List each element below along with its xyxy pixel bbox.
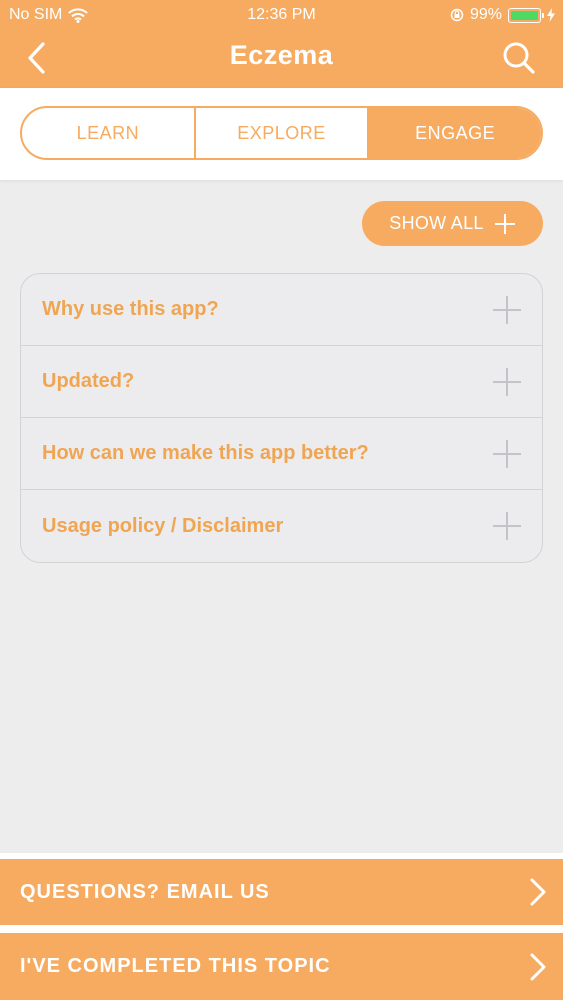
status-bar: No SIM 12:36 PM 99% — [0, 0, 563, 30]
search-icon[interactable] — [499, 38, 539, 78]
page-title: Eczema — [229, 40, 334, 70]
email-us-button[interactable]: QUESTIONS? EMAIL US — [0, 859, 563, 925]
faq-accordion: Why use this app? Updated? How can we ma… — [20, 273, 543, 563]
chevron-left-icon[interactable] — [18, 38, 58, 78]
show-all-button[interactable]: SHOW ALL — [362, 201, 543, 246]
accordion-item-why-use[interactable]: Why use this app? — [21, 274, 542, 346]
expand-plus-icon — [493, 439, 521, 468]
chevron-right-icon — [530, 878, 546, 906]
charging-bolt-icon — [547, 8, 555, 22]
accordion-item-usage-policy[interactable]: Usage policy / Disclaimer — [21, 490, 542, 562]
accordion-item-feedback[interactable]: How can we make this app better? — [21, 418, 542, 490]
accordion-item-label: Updated? — [42, 370, 135, 392]
header: No SIM 12:36 PM 99% Eczema — [0, 0, 563, 88]
chevron-right-icon — [530, 953, 546, 980]
battery-icon — [508, 7, 544, 23]
accordion-item-label: How can we make this app better? — [42, 442, 369, 464]
nav-bar: Eczema — [0, 30, 563, 88]
tab-engage[interactable]: ENGAGE — [369, 108, 541, 158]
divider — [0, 925, 563, 933]
tab-bar-container: LEARN EXPLORE ENGAGE — [0, 88, 563, 180]
plus-icon — [494, 213, 515, 234]
expand-plus-icon — [493, 295, 521, 324]
show-all-label: SHOW ALL — [389, 213, 484, 233]
orientation-lock-icon — [450, 8, 464, 22]
complete-topic-button[interactable]: I'VE COMPLETED THIS TOPIC — [0, 933, 563, 1000]
segmented-tabs: LEARN EXPLORE ENGAGE — [20, 106, 543, 160]
accordion-item-label: Why use this app? — [42, 298, 219, 320]
expand-plus-icon — [493, 367, 521, 396]
email-us-label: QUESTIONS? EMAIL US — [20, 880, 270, 903]
tab-explore[interactable]: EXPLORE — [196, 108, 370, 158]
tab-learn[interactable]: LEARN — [22, 108, 196, 158]
expand-plus-icon — [493, 512, 521, 540]
complete-topic-label: I'VE COMPLETED THIS TOPIC — [20, 955, 331, 977]
accordion-item-label: Usage policy / Disclaimer — [42, 514, 284, 537]
accordion-item-updated[interactable]: Updated? — [21, 346, 542, 418]
battery-percent: 99% — [469, 6, 502, 23]
